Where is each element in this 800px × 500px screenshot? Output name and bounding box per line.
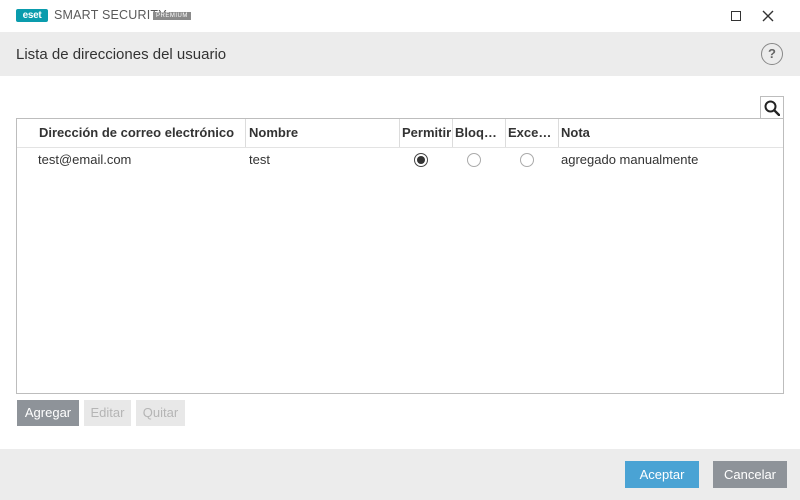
cell-name: test — [249, 152, 270, 167]
address-table: Dirección de correo electrónico Nombre P… — [16, 118, 784, 394]
close-icon — [762, 10, 774, 22]
add-button[interactable]: Agregar — [17, 400, 79, 426]
help-button[interactable]: ? — [761, 43, 783, 65]
search-button[interactable] — [760, 96, 784, 118]
allow-radio[interactable] — [414, 153, 428, 167]
column-header-exception[interactable]: Excepción — [504, 119, 558, 147]
title-bar: eset SMART SECURITY PREMIUM — [0, 0, 800, 32]
page-header: Lista de direcciones del usuario — [0, 32, 800, 76]
maximize-button[interactable] — [720, 0, 752, 32]
cancel-button[interactable]: Cancelar — [713, 461, 787, 488]
table-header: Dirección de correo electrónico Nombre P… — [17, 119, 783, 148]
app-name: SMART SECURITY — [54, 8, 167, 22]
column-header-name[interactable]: Nombre — [245, 119, 399, 147]
column-header-allow[interactable]: Permitir — [398, 119, 452, 147]
column-header-block[interactable]: Bloquear — [451, 119, 504, 147]
column-header-email[interactable]: Dirección de correo electrónico — [35, 119, 245, 147]
ok-button[interactable]: Aceptar — [625, 461, 699, 488]
cell-note: agregado manualmente — [561, 152, 699, 167]
table-row[interactable]: test@email.com test agregado manualmente — [17, 148, 783, 172]
remove-button[interactable]: Quitar — [136, 400, 185, 426]
column-header-note[interactable]: Nota — [557, 119, 757, 147]
cell-email: test@email.com — [38, 152, 132, 167]
close-button[interactable] — [752, 0, 784, 32]
exception-radio[interactable] — [520, 153, 534, 167]
search-icon — [764, 100, 780, 116]
edition-badge: PREMIUM — [153, 12, 191, 20]
eset-logo: eset — [16, 9, 48, 22]
edit-button[interactable]: Editar — [84, 400, 131, 426]
page-title: Lista de direcciones del usuario — [16, 46, 227, 63]
maximize-icon — [731, 11, 741, 21]
block-radio[interactable] — [467, 153, 481, 167]
